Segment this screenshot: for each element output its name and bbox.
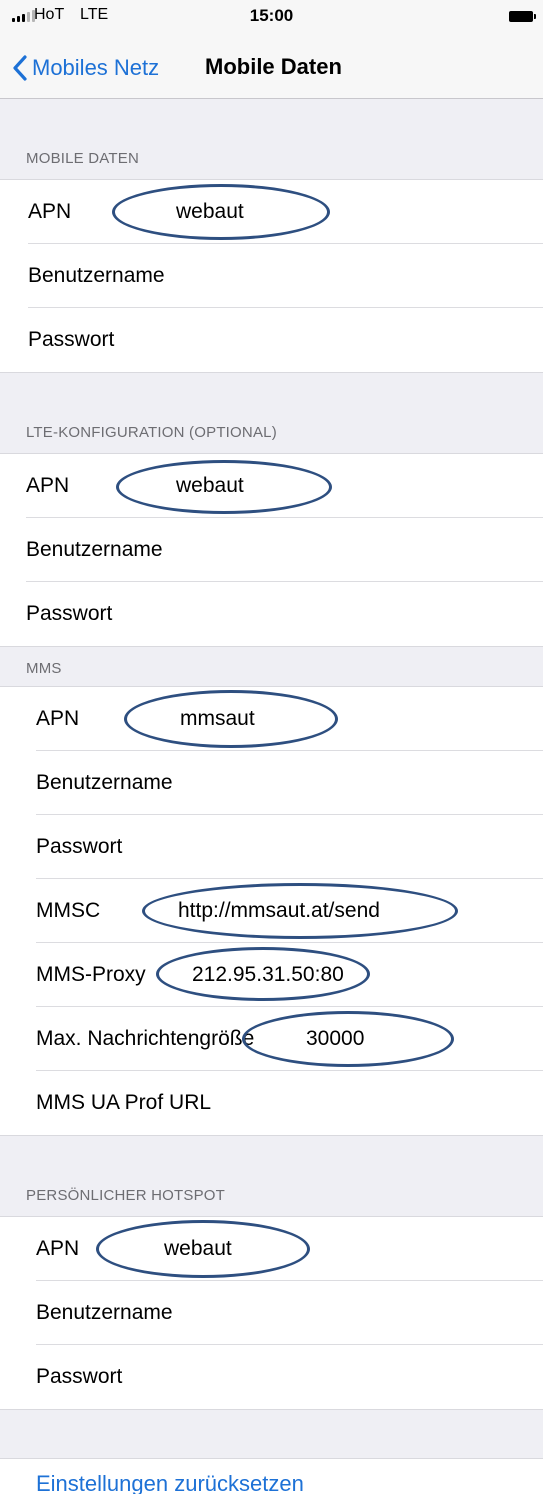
username-label: Benutzername	[26, 538, 163, 561]
hotspot-password-row[interactable]: Passwort	[0, 1345, 543, 1409]
mms-proxy-row[interactable]: MMS-Proxy 212.95.31.50:80	[0, 943, 543, 1007]
lte-apn-row[interactable]: APN webaut	[0, 454, 543, 518]
max-message-size-value[interactable]: 30000	[306, 1027, 364, 1051]
lte-password-row[interactable]: Passwort	[0, 582, 543, 646]
apn-value[interactable]: webaut	[164, 1237, 232, 1261]
mms-username-row[interactable]: Benutzername	[0, 751, 543, 815]
mobile-data-apn-row[interactable]: APN webaut	[0, 180, 543, 244]
lte-username-row[interactable]: Benutzername	[0, 518, 543, 582]
password-label: Passwort	[26, 602, 113, 625]
hotspot-apn-row[interactable]: APN webaut	[0, 1217, 543, 1281]
reset-group: Einstellungen zurücksetzen	[0, 1458, 543, 1494]
mmsc-label: MMSC	[36, 899, 101, 922]
mms-proxy-label: MMS-Proxy	[36, 963, 146, 986]
apn-label: APN	[26, 474, 70, 497]
section-header-mobile-data: MOBILE DATEN	[26, 150, 139, 167]
mms-apn-row[interactable]: APN mmsaut	[0, 687, 543, 751]
mms-ua-prof-url-row[interactable]: MMS UA Prof URL	[0, 1071, 543, 1135]
apn-value[interactable]: webaut	[176, 474, 244, 498]
mms-group: APN mmsaut Benutzername Passwort MMSC ht…	[0, 686, 543, 1136]
section-header-hotspot: PERSÖNLICHER HOTSPOT	[26, 1187, 226, 1204]
mms-ua-prof-url-label: MMS UA Prof URL	[36, 1091, 212, 1114]
mms-proxy-value[interactable]: 212.95.31.50:80	[192, 963, 344, 987]
apn-label: APN	[36, 707, 80, 730]
back-button[interactable]: Mobiles Netz	[12, 50, 159, 86]
apn-label: APN	[36, 1237, 80, 1260]
apn-value[interactable]: mmsaut	[180, 707, 255, 731]
battery-icon	[509, 11, 536, 22]
section-header-lte: LTE-KONFIGURATION (OPTIONAL)	[26, 424, 277, 441]
mmsc-value[interactable]: http://mmsaut.at/send	[178, 899, 380, 923]
username-label: Benutzername	[28, 264, 165, 287]
username-label: Benutzername	[36, 1301, 173, 1324]
password-label: Passwort	[36, 1365, 123, 1388]
page-title: Mobile Daten	[205, 54, 342, 79]
status-time: 15:00	[249, 6, 294, 25]
mms-password-row[interactable]: Passwort	[0, 815, 543, 879]
chevron-left-icon	[13, 55, 27, 81]
settings-list: MOBILE DATEN APN webaut Benutzername Pas…	[0, 99, 543, 1494]
mmsc-row[interactable]: MMSC http://mmsaut.at/send	[0, 879, 543, 943]
hotspot-username-row[interactable]: Benutzername	[0, 1281, 543, 1345]
status-bar: HoT LTE 15:00	[0, 0, 543, 40]
hotspot-group: APN webaut Benutzername Passwort	[0, 1216, 543, 1410]
lte-group: APN webaut Benutzername Passwort	[0, 453, 543, 647]
apn-value[interactable]: webaut	[176, 200, 244, 224]
mobile-data-username-row[interactable]: Benutzername	[0, 244, 543, 308]
max-message-size-row[interactable]: Max. Nachrichtengröße 30000	[0, 1007, 543, 1071]
apn-label: APN	[28, 200, 72, 223]
navigation-bar: Mobiles Netz Mobile Daten	[0, 40, 543, 99]
username-label: Benutzername	[36, 771, 173, 794]
max-message-size-label: Max. Nachrichtengröße	[36, 1027, 255, 1050]
section-header-mms: MMS	[26, 660, 62, 677]
reset-settings-button[interactable]: Einstellungen zurücksetzen	[0, 1459, 543, 1494]
password-label: Passwort	[36, 835, 123, 858]
mobile-data-group: APN webaut Benutzername Passwort	[0, 179, 543, 373]
password-label: Passwort	[28, 328, 115, 351]
mobile-data-password-row[interactable]: Passwort	[0, 308, 543, 372]
back-button-label: Mobiles Netz	[32, 55, 160, 80]
